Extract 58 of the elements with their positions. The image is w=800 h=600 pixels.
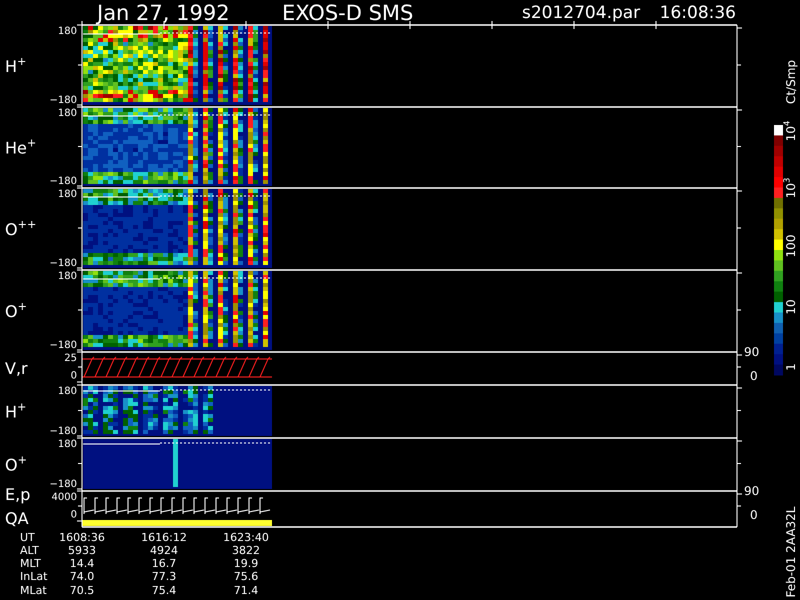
table-cell: 70.5 xyxy=(70,584,94,597)
time-label: 16:08:36 xyxy=(660,3,736,23)
table-cell: 19.9 xyxy=(234,557,258,570)
table-cell: 74.0 xyxy=(70,570,94,583)
colorbar-label: 10 xyxy=(784,299,798,315)
colorbar-label: 100 xyxy=(784,234,798,258)
table-cell: 75.6 xyxy=(234,570,258,583)
axis-tick-label: 90 xyxy=(744,484,760,498)
table-cell: 4924 xyxy=(150,544,178,557)
panel-label: O$^{+}$ xyxy=(5,453,27,474)
table-cell: 16.7 xyxy=(152,557,176,570)
axis-tick-label: −180 xyxy=(50,479,77,490)
table-cell: 1608:36 xyxy=(59,531,105,544)
row-label: MLT xyxy=(20,557,41,570)
axis-tick-label: −180 xyxy=(50,426,77,437)
table-cell: 3822 xyxy=(232,544,260,557)
table-cell: 1616:12 xyxy=(141,531,187,544)
table-cell: 14.4 xyxy=(70,557,94,570)
axis-tick-label: 180 xyxy=(58,108,77,119)
panel-label: O$^{+}$ xyxy=(5,300,27,321)
table-cell: 75.4 xyxy=(152,584,176,597)
axis-tick-label: 4000 xyxy=(52,492,77,503)
panel-label: H$^{+}$ xyxy=(5,400,26,422)
row-label: MLat xyxy=(20,584,47,597)
row-label: UT xyxy=(20,531,35,544)
table-cell: 71.4 xyxy=(234,584,258,597)
table-cell: 1623:40 xyxy=(223,531,269,544)
panel-label: QA xyxy=(5,509,29,528)
footnote-label: Feb-01 2AA32L xyxy=(784,506,798,598)
axis-tick-label: −180 xyxy=(50,176,77,187)
axis-tick-label: −180 xyxy=(50,95,77,106)
axis-tick-label: 180 xyxy=(58,271,77,282)
table-cell: 77.3 xyxy=(152,570,176,583)
axis-tick-label: −180 xyxy=(50,258,77,269)
instrument-name: EXOS-D SMS xyxy=(282,1,414,25)
axis-tick-label: −180 xyxy=(50,340,77,351)
axis-tick-label: 0 xyxy=(750,369,758,383)
axis-tick-label: 180 xyxy=(58,386,77,397)
panel-label: E,p xyxy=(5,485,30,504)
table-cell: 5933 xyxy=(68,544,96,557)
row-label: ALT xyxy=(20,544,39,557)
axis-tick-label: 180 xyxy=(58,439,77,450)
axis-tick-label: 180 xyxy=(58,26,77,37)
panel-label: H$^{+}$ xyxy=(5,54,26,76)
axis-tick-label: 0 xyxy=(70,510,77,520)
axis-tick-label: 0 xyxy=(70,370,77,382)
panel-label: V,r xyxy=(5,359,28,378)
axis-tick-label: 180 xyxy=(58,189,77,200)
axis-tick-label: 0 xyxy=(750,508,758,522)
axis-tick-label: 90 xyxy=(744,345,760,359)
file-name: s2012704.par xyxy=(522,3,640,23)
colorbar-label: 1 xyxy=(784,363,798,371)
panel-label: He$^{+}$ xyxy=(5,136,36,158)
row-label: InLat xyxy=(20,570,48,583)
unit-label: Ct/Smp xyxy=(784,60,798,104)
axis-tick-label: 25 xyxy=(64,353,77,364)
plot-date: Jan 27, 1992 xyxy=(97,1,230,25)
panel-label: O$^{++}$ xyxy=(5,218,36,239)
